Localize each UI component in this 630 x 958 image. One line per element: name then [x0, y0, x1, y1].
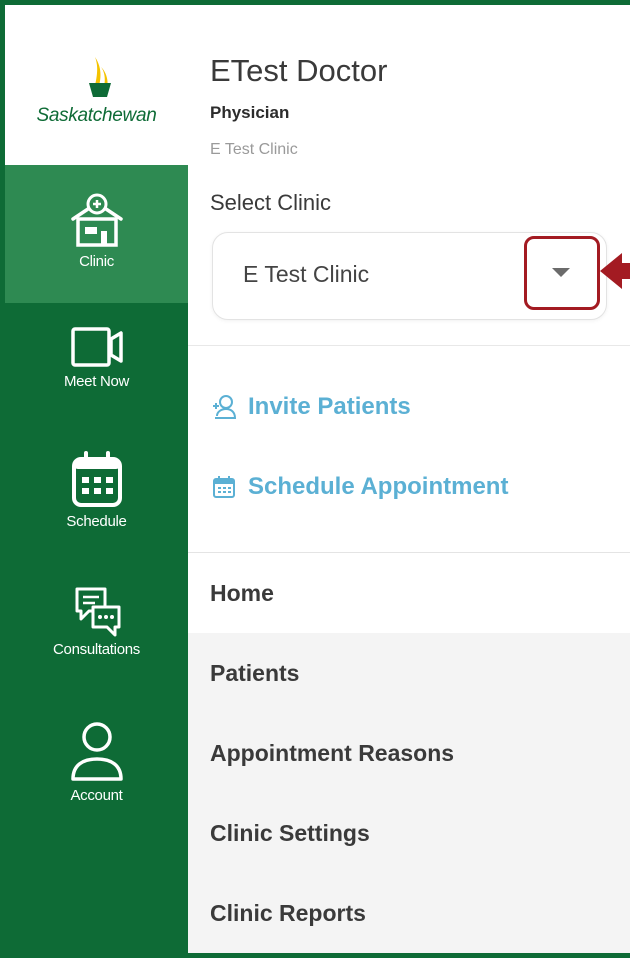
brand-name: Saskatchewan — [36, 105, 157, 126]
menu-item-home[interactable]: Home — [188, 553, 630, 633]
divider — [188, 345, 630, 346]
select-clinic-label: Select Clinic — [210, 190, 332, 215]
sidebar-item-label: Clinic — [79, 253, 114, 270]
schedule-appointment-label: Schedule Appointment — [248, 473, 509, 500]
menu-item-label: Appointment Reasons — [210, 739, 455, 766]
menu-item-label: Clinic Settings — [210, 819, 370, 846]
user-name: ETest Doctor — [210, 53, 388, 88]
menu-item-clinic-reports[interactable]: Clinic Reports — [188, 873, 630, 953]
logo-area: Saskatchewan — [5, 5, 188, 165]
video-camera-icon — [70, 327, 123, 367]
sidebar-item-account[interactable]: Account — [5, 717, 188, 827]
chat-bubbles-icon — [75, 587, 120, 637]
user-icon — [70, 722, 123, 781]
sidebar-item-clinic[interactable]: Clinic — [5, 165, 188, 303]
sidebar-item-schedule[interactable]: Schedule — [5, 451, 188, 551]
user-role: Physician — [210, 103, 290, 122]
chevron-down-icon[interactable] — [552, 268, 570, 277]
clinic-select-value: E Test Clinic — [243, 261, 370, 287]
wheat-logo-icon — [89, 57, 111, 97]
menu-item-label: Clinic Reports — [210, 899, 366, 926]
invite-patients-link[interactable]: Invite Patients — [210, 393, 411, 421]
menu-item-appointment-reasons[interactable]: Appointment Reasons — [188, 713, 630, 793]
calendar-icon — [210, 473, 238, 501]
pointer-arrow-icon — [600, 253, 630, 289]
schedule-appointment-link[interactable]: Schedule Appointment — [210, 473, 508, 501]
sidebar-item-label: Account — [70, 787, 123, 804]
sidebar-item-label: Schedule — [66, 513, 127, 530]
menu-item-clinic-settings[interactable]: Clinic Settings — [188, 793, 630, 873]
sidebar-item-consultations[interactable]: Consultations — [5, 585, 188, 685]
invite-user-icon — [210, 393, 238, 421]
user-clinic: E Test Clinic — [210, 141, 298, 158]
calendar-icon — [71, 451, 122, 507]
main-panel: ETest Doctor Physician E Test Clinic Sel… — [188, 5, 630, 953]
menu-item-label: Patients — [210, 659, 300, 686]
clinic-icon — [70, 193, 123, 247]
menu-item-patients[interactable]: Patients — [188, 633, 630, 713]
sidebar-item-meet-now[interactable]: Meet Now — [5, 325, 188, 425]
invite-patients-label: Invite Patients — [248, 393, 411, 420]
menu-item-label: Home — [210, 579, 274, 606]
sidebar-item-label: Meet Now — [63, 373, 130, 390]
sidebar-item-label: Consultations — [53, 641, 140, 658]
sidebar: Saskatchewan Clinic Meet Now Schedule Co… — [5, 5, 188, 953]
